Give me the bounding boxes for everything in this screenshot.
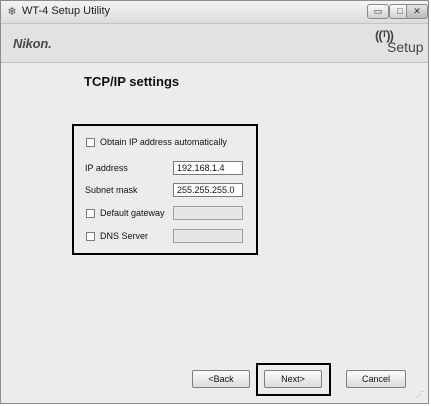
header-band: Nikon. ((ᵀ)) Setup bbox=[1, 24, 428, 63]
close-button[interactable]: ✕ bbox=[406, 4, 428, 19]
default-gateway-label: Default gateway bbox=[100, 208, 165, 218]
setup-logo: ((ᵀ)) Setup bbox=[373, 28, 424, 60]
setup-logo-text: Setup bbox=[387, 39, 424, 55]
dns-server-label: DNS Server bbox=[100, 231, 149, 241]
ip-address-field[interactable]: 192.168.1.4 bbox=[173, 161, 243, 175]
close-icon: ✕ bbox=[413, 6, 421, 16]
dns-server-checkbox[interactable] bbox=[86, 232, 95, 241]
dns-server-field[interactable] bbox=[173, 229, 243, 243]
page-title: TCP/IP settings bbox=[84, 74, 180, 89]
default-gateway-field[interactable] bbox=[173, 206, 243, 220]
obtain-ip-automatically-label: Obtain IP address automatically bbox=[100, 137, 227, 147]
title-bar[interactable]: ❄ WT-4 Setup Utility ▭ □ ✕ bbox=[1, 1, 428, 24]
window-title: WT-4 Setup Utility bbox=[22, 5, 111, 17]
subnet-mask-label: Subnet mask bbox=[85, 185, 138, 195]
ip-address-label: IP address bbox=[85, 163, 128, 173]
default-gateway-checkbox[interactable] bbox=[86, 209, 95, 218]
subnet-mask-field[interactable]: 255.255.255.0 bbox=[173, 183, 243, 197]
minimize-icon: ▭ bbox=[373, 6, 383, 16]
cancel-button[interactable]: Cancel bbox=[346, 370, 406, 388]
setup-window: ❄ WT-4 Setup Utility ▭ □ ✕ Nikon. ((ᵀ)) … bbox=[0, 0, 429, 404]
tcpip-settings-group: Obtain IP address automatically IP addre… bbox=[72, 124, 258, 255]
app-icon: ❄ bbox=[7, 6, 17, 18]
brand-logo: Nikon. bbox=[13, 36, 52, 51]
maximize-icon: □ bbox=[397, 6, 403, 16]
next-button[interactable]: Next> bbox=[264, 370, 322, 388]
resize-grip-icon[interactable]: ⋰ bbox=[416, 390, 424, 399]
back-button[interactable]: <Back bbox=[192, 370, 250, 388]
minimize-button[interactable]: ▭ bbox=[367, 4, 389, 19]
obtain-ip-automatically-checkbox[interactable] bbox=[86, 138, 95, 147]
